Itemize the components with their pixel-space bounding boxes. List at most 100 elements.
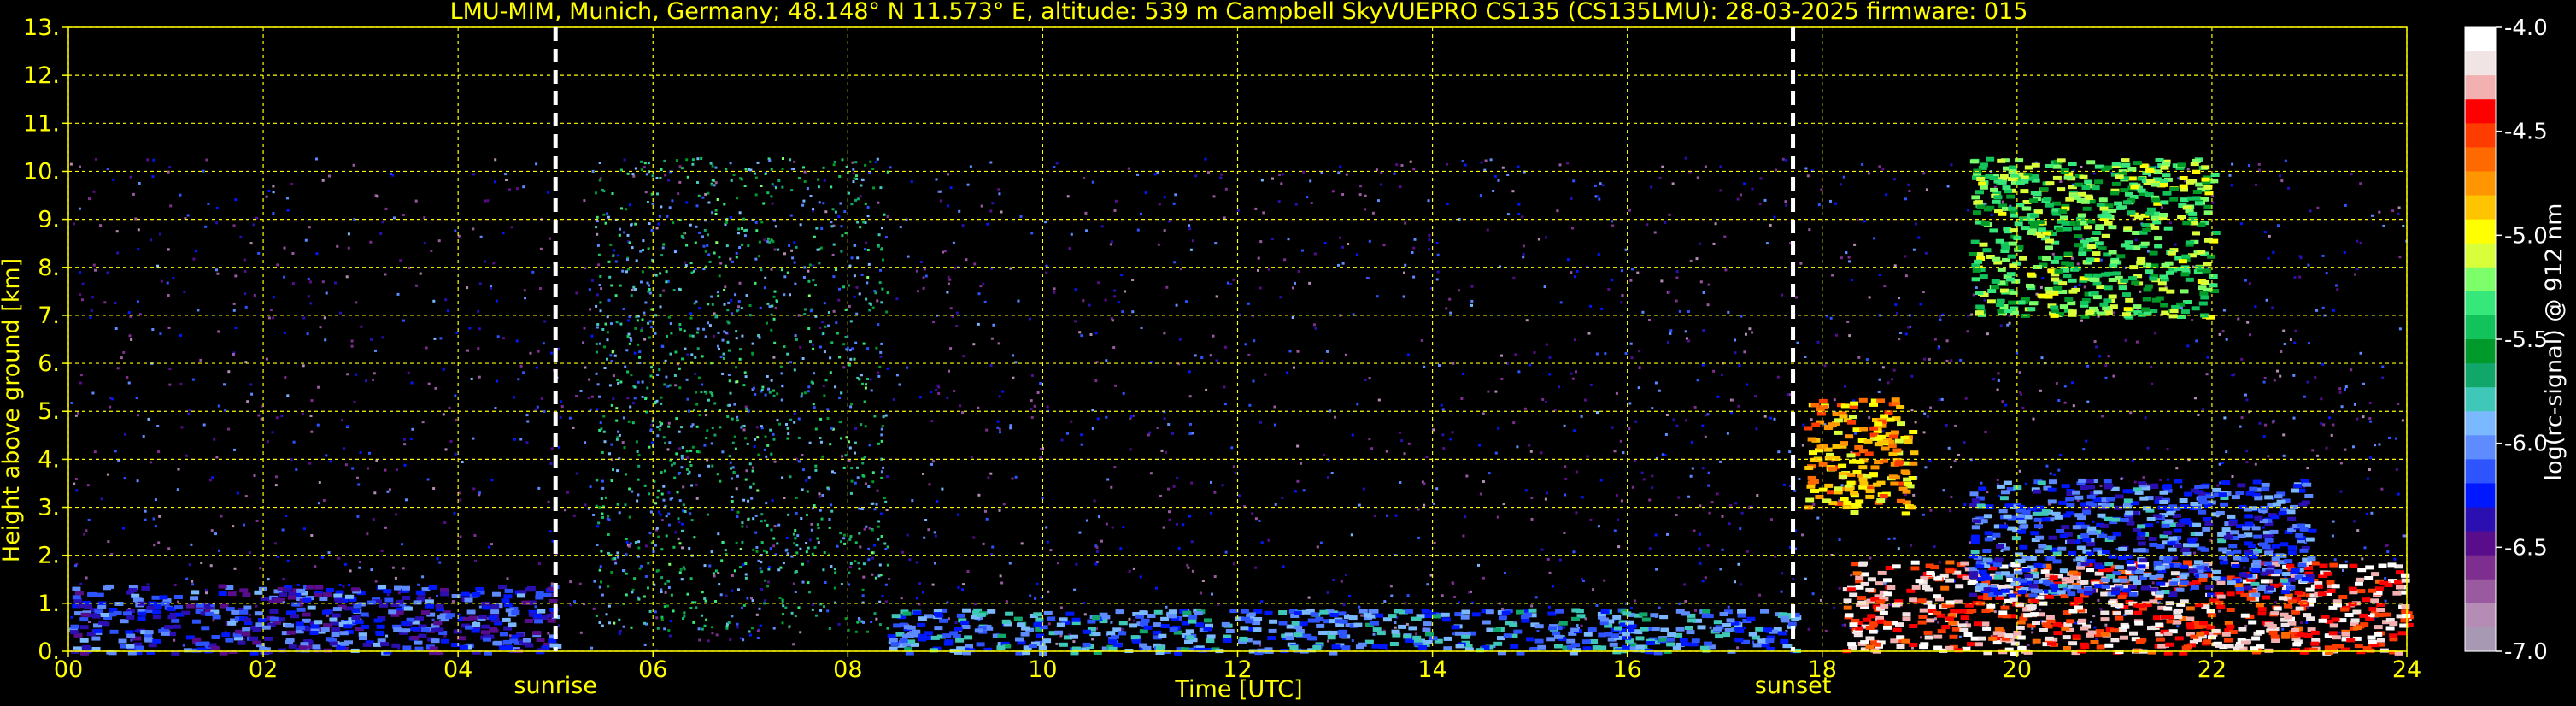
signal-pixel bbox=[2078, 283, 2081, 286]
signal-pixel bbox=[1963, 503, 1967, 506]
signal-pixel bbox=[1339, 165, 1342, 168]
signal-pixel bbox=[1388, 614, 1397, 619]
signal-pixel bbox=[1480, 161, 1483, 164]
signal-pixel bbox=[856, 221, 860, 224]
signal-pixel bbox=[1636, 271, 1640, 274]
signal-pixel bbox=[770, 379, 773, 382]
signal-pixel bbox=[2197, 414, 2200, 416]
signal-pixel bbox=[2249, 333, 2251, 337]
signal-pixel bbox=[743, 371, 747, 374]
signal-pixel bbox=[1092, 632, 1101, 636]
signal-pixel bbox=[848, 363, 851, 367]
signal-pixel bbox=[265, 195, 268, 198]
signal-pixel bbox=[974, 628, 983, 633]
signal-pixel bbox=[1855, 499, 1864, 504]
signal-pixel bbox=[349, 569, 352, 573]
signal-pixel bbox=[744, 168, 748, 171]
signal-pixel bbox=[215, 456, 219, 459]
signal-pixel bbox=[1493, 174, 1497, 178]
signal-pixel bbox=[2016, 351, 2018, 355]
signal-pixel bbox=[1734, 338, 1736, 342]
signal-pixel bbox=[691, 423, 695, 427]
signal-pixel bbox=[640, 160, 643, 163]
signal-pixel bbox=[794, 591, 797, 593]
signal-pixel bbox=[402, 214, 405, 216]
signal-pixel bbox=[1963, 441, 1966, 444]
signal-pixel bbox=[481, 630, 490, 635]
signal-pixel bbox=[2283, 343, 2286, 345]
signal-pixel bbox=[1823, 364, 1827, 368]
signal-pixel bbox=[2055, 382, 2058, 385]
signal-pixel bbox=[2343, 251, 2346, 254]
signal-pixel bbox=[484, 199, 487, 203]
signal-pixel bbox=[780, 398, 783, 402]
signal-pixel bbox=[1817, 203, 1821, 207]
signal-pixel bbox=[848, 571, 851, 574]
signal-pixel bbox=[325, 291, 328, 295]
signal-pixel bbox=[81, 644, 91, 650]
signal-pixel bbox=[766, 444, 770, 447]
signal-pixel bbox=[730, 179, 733, 182]
signal-pixel bbox=[1425, 456, 1429, 459]
signal-pixel bbox=[1844, 385, 1847, 388]
signal-pixel bbox=[604, 496, 607, 499]
signal-pixel bbox=[328, 638, 337, 643]
signal-pixel bbox=[648, 445, 651, 449]
signal-pixel bbox=[685, 468, 689, 471]
signal-pixel bbox=[1940, 397, 1944, 401]
signal-pixel bbox=[741, 334, 744, 338]
signal-pixel bbox=[810, 528, 813, 532]
signal-pixel bbox=[703, 444, 707, 447]
signal-pixel bbox=[106, 271, 109, 274]
signal-pixel bbox=[1000, 210, 1003, 214]
signal-pixel bbox=[1252, 379, 1255, 383]
signal-pixel bbox=[738, 211, 742, 215]
signal-pixel bbox=[1205, 388, 1208, 391]
signal-pixel bbox=[584, 503, 587, 507]
signal-pixel bbox=[1910, 374, 1914, 378]
signal-pixel bbox=[972, 343, 976, 346]
signal-pixel bbox=[688, 547, 691, 550]
signal-pixel bbox=[2221, 330, 2225, 333]
signal-pixel bbox=[411, 427, 414, 431]
signal-pixel bbox=[899, 638, 908, 643]
signal-pixel bbox=[157, 541, 161, 544]
signal-pixel bbox=[1364, 194, 1367, 197]
signal-pixel bbox=[851, 161, 854, 164]
signal-pixel bbox=[738, 246, 742, 249]
signal-pixel bbox=[628, 315, 631, 319]
signal-pixel bbox=[694, 601, 697, 604]
signal-pixel bbox=[1028, 644, 1037, 649]
signal-pixel bbox=[1451, 581, 1454, 585]
signal-pixel bbox=[1240, 609, 1249, 614]
signal-pixel bbox=[1088, 303, 1091, 307]
signal-pixel bbox=[772, 544, 776, 548]
signal-pixel bbox=[675, 417, 678, 421]
signal-pixel bbox=[649, 326, 653, 329]
signal-pixel bbox=[1564, 465, 1567, 468]
signal-pixel bbox=[619, 380, 623, 384]
signal-pixel bbox=[622, 625, 625, 628]
signal-pixel bbox=[659, 294, 662, 297]
signal-pixel bbox=[932, 321, 936, 324]
signal-pixel bbox=[2262, 380, 2266, 384]
signal-pixel bbox=[1120, 274, 1124, 277]
signal-pixel bbox=[818, 201, 821, 204]
signal-pixel bbox=[2098, 355, 2102, 358]
signal-pixel bbox=[2363, 546, 2367, 550]
signal-pixel bbox=[715, 633, 719, 637]
signal-pixel bbox=[1629, 342, 1633, 345]
signal-pixel bbox=[154, 498, 157, 502]
signal-pixel bbox=[1739, 527, 1742, 531]
signal-pixel bbox=[1892, 368, 1896, 372]
signal-pixel bbox=[168, 368, 172, 370]
signal-pixel bbox=[275, 416, 279, 420]
signal-pixel bbox=[1323, 242, 1327, 245]
signal-pixel bbox=[1752, 643, 1762, 648]
signal-pixel bbox=[1092, 615, 1101, 621]
signal-pixel bbox=[112, 178, 115, 181]
signal-pixel bbox=[748, 462, 752, 466]
signal-pixel bbox=[1571, 616, 1580, 621]
signal-pixel bbox=[1661, 165, 1664, 168]
signal-pixel bbox=[1223, 638, 1232, 643]
